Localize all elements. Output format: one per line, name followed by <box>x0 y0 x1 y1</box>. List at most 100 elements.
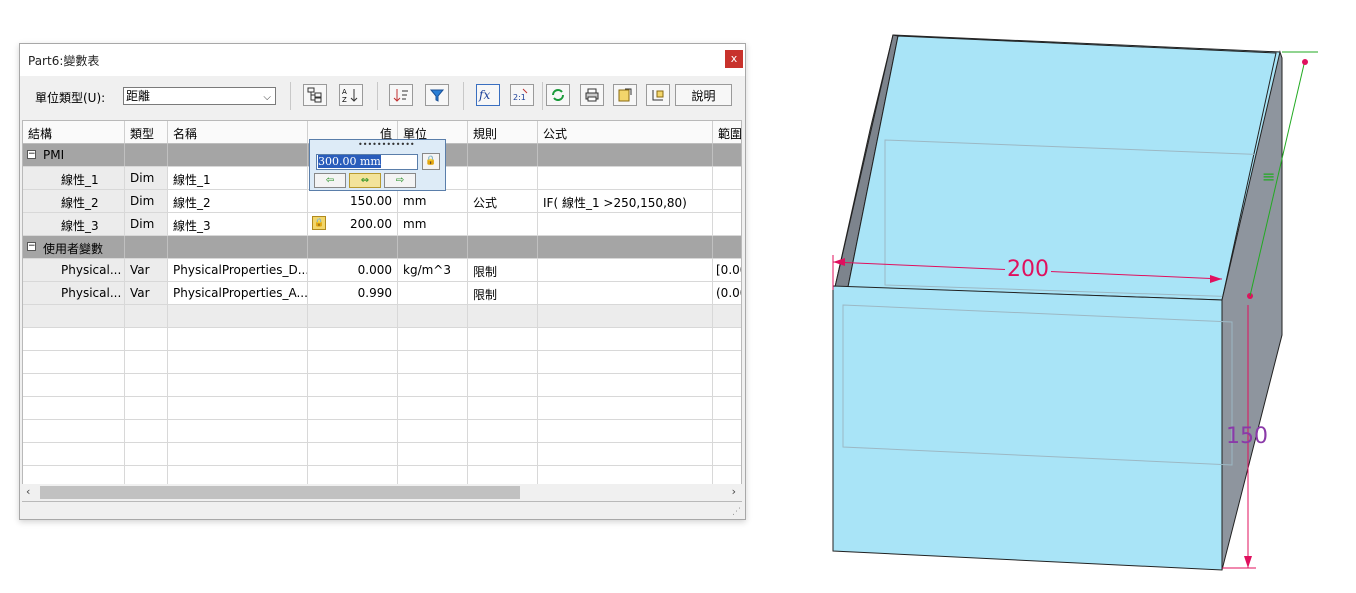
group-row-user-variables[interactable]: − 使用者變數 <box>23 236 741 259</box>
horizontal-scrollbar[interactable]: ‹ › <box>22 484 742 501</box>
svg-text:2:1: 2:1 <box>513 93 526 102</box>
unit-type-value: 距離 <box>126 89 151 103</box>
cell-type: Var <box>125 282 168 304</box>
svg-text:Z: Z <box>342 96 347 103</box>
cell-rule[interactable]: 限制 <box>468 282 538 304</box>
cell-structure: Physical... <box>23 259 125 281</box>
ratio-icon: 2:1 <box>513 88 528 102</box>
cell-range <box>713 213 741 235</box>
cell-type: Dim <box>125 213 168 235</box>
cell-name[interactable]: PhysicalProperties_D... <box>168 259 308 281</box>
cell-rule[interactable]: 公式 <box>468 190 538 212</box>
cell-value[interactable]: 0.000 <box>308 259 398 281</box>
cell-name[interactable]: 線性_1 <box>168 167 308 189</box>
cell-formula[interactable] <box>538 167 713 189</box>
cell-name[interactable]: PhysicalProperties_A... <box>168 282 308 304</box>
chevron-down-icon: ⌵ <box>263 92 271 103</box>
empty-row <box>23 374 741 397</box>
sort-order-button[interactable] <box>389 84 413 106</box>
export-button[interactable] <box>613 84 637 106</box>
unit-type-label: 單位類型(U): <box>35 91 106 105</box>
cell-rule[interactable] <box>468 167 538 189</box>
value-input[interactable]: 300.00 mm <box>316 154 418 170</box>
column-header-formula[interactable]: 公式 <box>538 121 713 144</box>
help-button[interactable]: 說明 <box>675 84 732 106</box>
toolbar-separator <box>377 82 378 110</box>
cell-formula[interactable] <box>538 259 713 281</box>
tree-structure-button[interactable] <box>303 84 327 106</box>
cell-rule[interactable] <box>468 213 538 235</box>
lock-button[interactable]: 🔒 <box>422 153 440 170</box>
printer-icon <box>585 88 599 102</box>
drag-handle-icon[interactable]: •••••••••••• <box>358 140 415 149</box>
toolbar-separator <box>463 82 464 110</box>
cell-value[interactable]: 🔒 200.00 <box>308 213 398 235</box>
table-row[interactable]: 線性_3 Dim 線性_3 🔒 200.00 mm <box>23 213 741 236</box>
tree-structure-icon <box>307 87 322 103</box>
column-header-range[interactable]: 範圍 <box>713 121 741 144</box>
sort-az-button[interactable]: AZ <box>339 84 363 106</box>
cell-range: (0.00 <box>713 282 741 304</box>
cell-name[interactable]: 線性_3 <box>168 213 308 235</box>
filter-button[interactable] <box>425 84 449 106</box>
svg-text:fx: fx <box>478 88 490 102</box>
step-both-button[interactable]: ⇔ <box>349 173 381 188</box>
table-row[interactable]: Physical... Var PhysicalProperties_D... … <box>23 259 741 282</box>
refresh-button[interactable] <box>546 84 570 106</box>
column-header-structure[interactable]: 結構 <box>23 121 125 144</box>
new-variable-row[interactable] <box>23 305 741 328</box>
scrollbar-thumb[interactable] <box>40 486 520 499</box>
status-bar: ⋰ <box>20 503 745 519</box>
step-right-button[interactable]: ⇨ <box>384 173 416 188</box>
ratio-button[interactable]: 2:1 <box>510 84 534 106</box>
formula-button[interactable]: fx <box>476 84 500 106</box>
value-input-text: 300.00 mm <box>318 155 381 168</box>
cell-range <box>713 190 741 212</box>
table-row[interactable]: Physical... Var PhysicalProperties_A... … <box>23 282 741 305</box>
3d-model-view[interactable]: ≡ <box>800 20 1320 580</box>
cell-unit <box>398 282 468 304</box>
cell-value-text: 200.00 <box>350 217 392 231</box>
table-row[interactable]: 線性_2 Dim 線性_2 150.00 mm 公式 IF( 線性_1 >250… <box>23 190 741 213</box>
column-header-type[interactable]: 類型 <box>125 121 168 144</box>
sort-order-icon <box>393 89 408 102</box>
cell-value[interactable]: 150.00 <box>308 190 398 212</box>
cell-structure: 線性_3 <box>23 213 125 235</box>
cell-type: Dim <box>125 167 168 189</box>
column-header-name[interactable]: 名稱 <box>168 121 308 144</box>
value-edit-popup: •••••••••••• 300.00 mm 🔒 ⇦ ⇔ ⇨ <box>309 139 446 191</box>
cell-formula[interactable] <box>538 213 713 235</box>
cell-type: Var <box>125 259 168 281</box>
cell-formula[interactable] <box>538 282 713 304</box>
green-dimension-mark: ≡ <box>1262 167 1275 186</box>
empty-row <box>23 443 741 466</box>
lock-icon[interactable]: 🔒 <box>312 216 326 230</box>
empty-row <box>23 397 741 420</box>
dimension-label-width[interactable]: 200 <box>1005 258 1051 282</box>
cell-name[interactable]: 線性_2 <box>168 190 308 212</box>
unit-type-select[interactable]: 距離 ⌵ <box>123 87 276 105</box>
empty-row <box>23 351 741 374</box>
group-name: PMI <box>23 144 125 166</box>
cell-formula[interactable]: IF( 線性_1 >250,150,80) <box>538 190 713 212</box>
toolbar-separator <box>542 82 543 110</box>
print-button[interactable] <box>580 84 604 106</box>
cell-value[interactable]: 0.990 <box>308 282 398 304</box>
window-title: Part6:變數表 <box>28 54 100 68</box>
group-name: 使用者變數 <box>23 236 125 258</box>
cell-structure: 線性_2 <box>23 190 125 212</box>
add-variable-button[interactable] <box>646 84 670 106</box>
cell-rule[interactable]: 限制 <box>468 259 538 281</box>
empty-row <box>23 328 741 351</box>
close-button[interactable]: x <box>725 50 743 68</box>
empty-row <box>23 420 741 443</box>
arrow-left-icon: ⇦ <box>325 175 335 186</box>
step-left-button[interactable]: ⇦ <box>314 173 346 188</box>
scroll-right-icon[interactable]: › <box>732 485 736 498</box>
cell-unit: mm <box>398 190 468 212</box>
dimension-label-height[interactable]: 150 <box>1226 425 1268 449</box>
column-header-rule[interactable]: 規則 <box>468 121 538 144</box>
title-bar[interactable]: Part6:變數表 x <box>20 44 745 76</box>
scroll-left-icon[interactable]: ‹ <box>26 485 30 498</box>
resize-grip-icon[interactable]: ⋰ <box>732 507 741 517</box>
